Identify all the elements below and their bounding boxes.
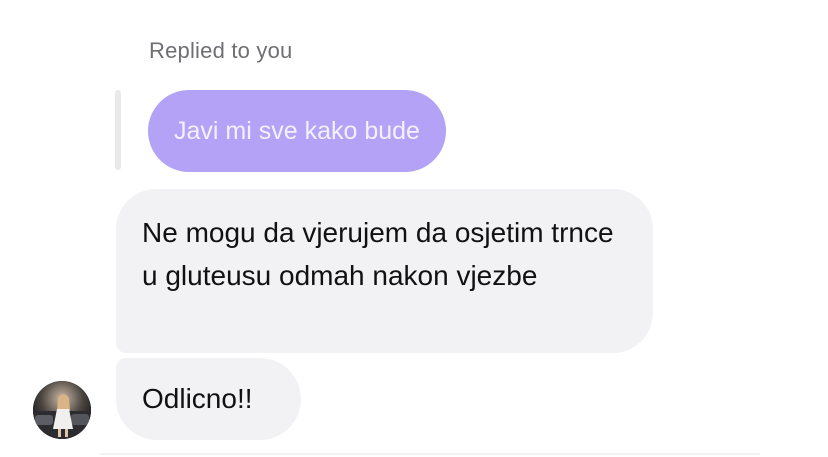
message-text: Ne mogu da vjerujem da osjetim trnce u g… <box>142 217 614 291</box>
reply-indicator-bar <box>115 90 121 170</box>
sender-avatar[interactable] <box>33 381 91 439</box>
divider <box>100 453 760 455</box>
replied-to-you-label: Replied to you <box>149 38 293 63</box>
message-bubble[interactable]: Ne mogu da vjerujem da osjetim trnce u g… <box>116 189 653 353</box>
quoted-message-text: Javi mi sve kako bude <box>174 116 420 145</box>
message-bubble[interactable]: Odlicno!! <box>116 358 301 440</box>
message-text: Odlicno!! <box>142 383 253 414</box>
user-photo-avatar-icon <box>33 381 91 439</box>
quoted-message-bubble[interactable]: Javi mi sve kako bude <box>148 90 446 172</box>
